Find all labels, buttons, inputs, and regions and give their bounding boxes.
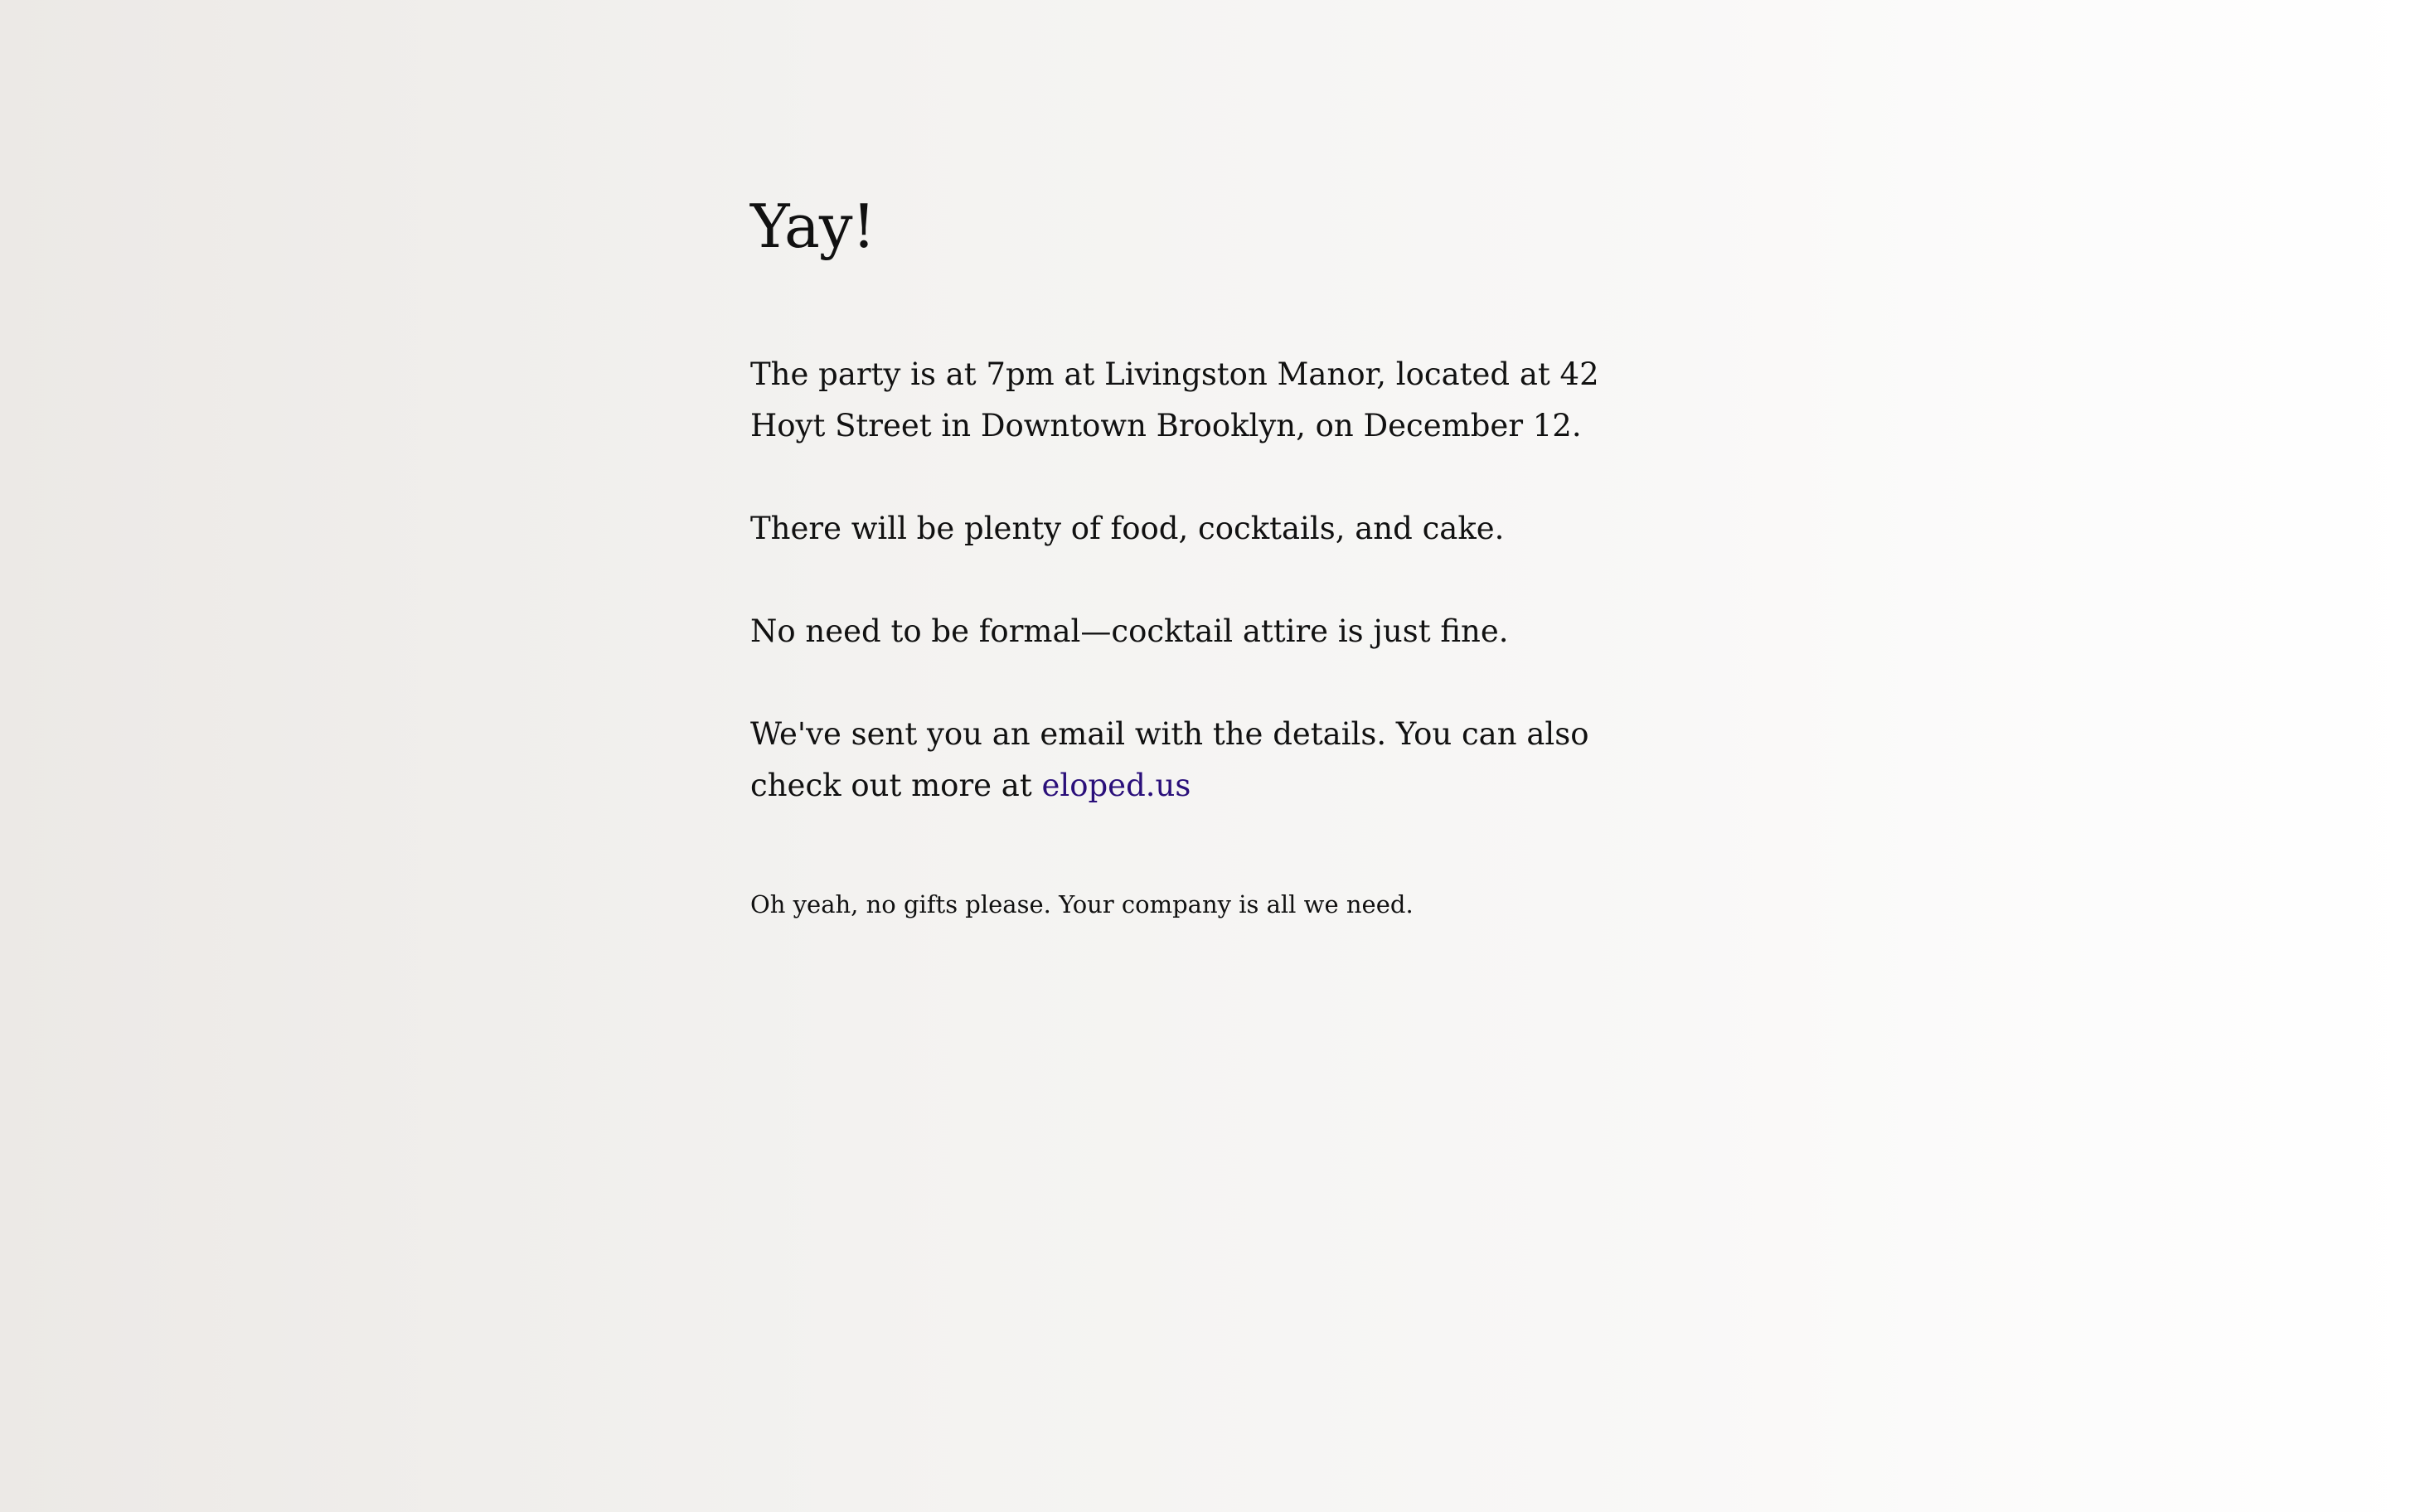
page-title: Yay!: [750, 191, 875, 261]
food-paragraph: There will be plenty of food, cocktails,…: [750, 511, 1505, 546]
no-gifts-note: Oh yeah, no gifts please. Your company i…: [750, 890, 1414, 918]
confirmation-content: Yay! The party is at 7pm at Livingston M…: [750, 187, 1671, 921]
party-details: The party is at 7pm at Livingston Manor,…: [750, 349, 1671, 812]
eloped-us-link[interactable]: eloped.us: [1041, 768, 1191, 803]
email-paragraph: We've sent you an email with the details…: [750, 709, 1671, 812]
location-paragraph: The party is at 7pm at Livingston Manor,…: [750, 356, 1599, 443]
attire-paragraph: No need to be formal—cocktail attire is …: [750, 613, 1509, 649]
